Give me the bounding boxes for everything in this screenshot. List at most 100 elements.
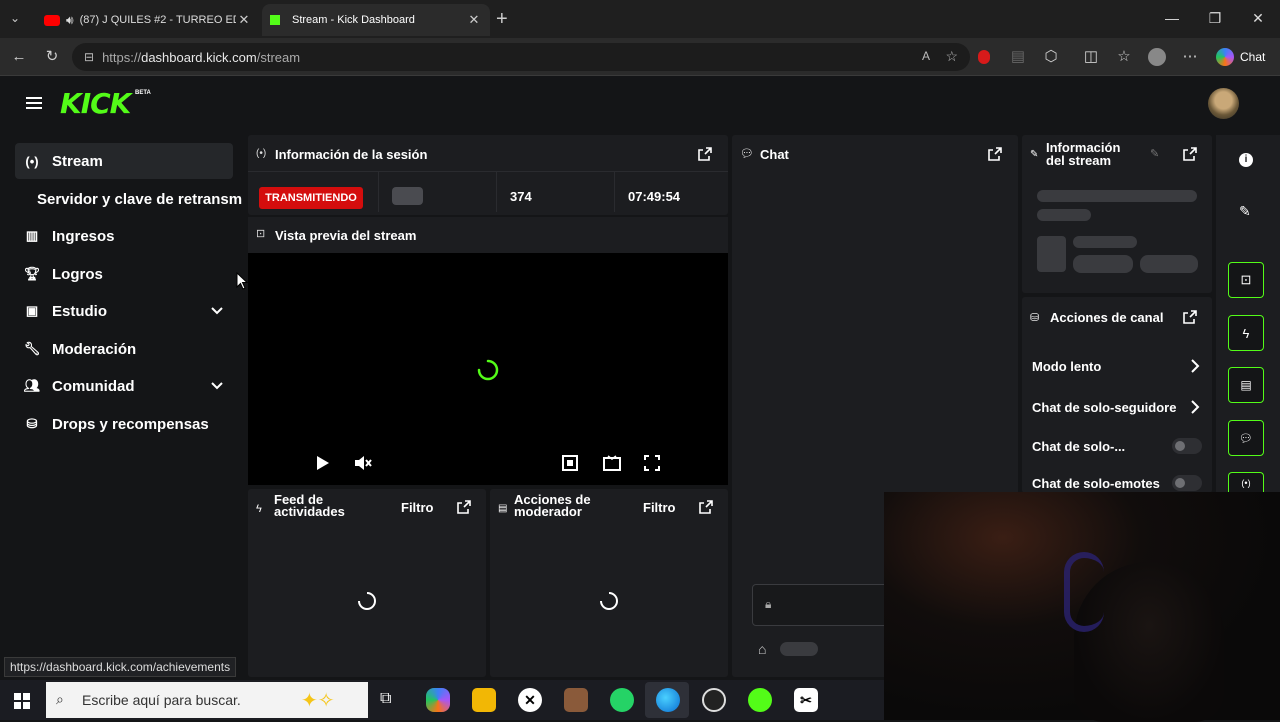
- subscribers-only-row: Chat de solo-...: [1032, 438, 1204, 454]
- play-icon[interactable]: [316, 455, 330, 471]
- tab-list-chevron-icon[interactable]: ⌄: [10, 11, 20, 25]
- broadcast-icon: (•): [1241, 477, 1251, 488]
- preview-icon: ⊡: [256, 228, 266, 240]
- read-aloud-icon[interactable]: A: [922, 49, 930, 63]
- taskbar-search-input[interactable]: ⌕ Escribe aquí para buscar. ✦✧: [46, 682, 368, 718]
- action-label: Chat de solo-...: [1032, 439, 1126, 454]
- community-icon: 👥︎: [23, 378, 41, 393]
- edit-pencil-icon[interactable]: ✎: [1150, 147, 1159, 160]
- sidebar-item-moderacion[interactable]: 🔧︎ Moderación: [15, 331, 233, 367]
- chevron-down-icon[interactable]: [209, 378, 225, 394]
- stream-info-title: Información del stream: [1046, 141, 1120, 167]
- more-menu-icon[interactable]: ⋯: [1181, 48, 1199, 66]
- mouse-cursor-icon: [236, 272, 248, 290]
- site-info-icon[interactable]: ⊟: [84, 50, 94, 64]
- fullscreen-icon[interactable]: [644, 455, 660, 471]
- sidebar-item-stream[interactable]: (•) Stream: [15, 143, 233, 179]
- back-icon[interactable]: ←: [10, 48, 28, 66]
- avatar[interactable]: [1208, 88, 1239, 119]
- profile-icon[interactable]: [1148, 48, 1166, 66]
- chevron-down-icon[interactable]: [209, 303, 225, 319]
- channel-actions-panel: ⛁ Acciones de canal Modo lento Chat de s…: [1022, 297, 1212, 493]
- file-explorer-icon[interactable]: [472, 688, 496, 712]
- sidebar-item-estudio[interactable]: ▣ Estudio: [15, 293, 233, 329]
- sidebar-item-logros[interactable]: 🏆︎ Logros: [15, 256, 233, 292]
- chevron-right-icon[interactable]: [1188, 399, 1202, 415]
- favorite-star-icon[interactable]: ☆: [945, 48, 958, 65]
- maximize-icon[interactable]: ❐: [1203, 6, 1227, 30]
- kick-logo[interactable]: KICK: [60, 87, 131, 120]
- filter-button[interactable]: Filtro: [401, 500, 434, 515]
- popout-icon[interactable]: [699, 500, 713, 514]
- extension-red-icon[interactable]: [975, 48, 993, 66]
- copilot-chat-button[interactable]: Chat: [1216, 48, 1265, 66]
- close-window-icon[interactable]: ✕: [1246, 6, 1270, 30]
- sidebar-item-ingresos[interactable]: ▥ Ingresos: [15, 218, 233, 254]
- tab-kick-dashboard[interactable]: Stream - Kick Dashboard ✕: [262, 4, 490, 36]
- popout-icon[interactable]: [988, 147, 1002, 161]
- new-tab-icon[interactable]: +: [496, 8, 508, 31]
- chevron-right-icon[interactable]: [1188, 358, 1202, 374]
- speaker-icon[interactable]: 🔊︎: [66, 13, 74, 28]
- popout-icon[interactable]: [698, 147, 712, 161]
- mini-player-icon[interactable]: [562, 455, 578, 471]
- store-icon[interactable]: ⌂: [758, 641, 766, 657]
- quick-action-lightning-button[interactable]: ϟ: [1228, 315, 1264, 351]
- drops-icon: ⛁: [26, 416, 38, 431]
- windows-start-icon[interactable]: [14, 693, 30, 709]
- sidebar-item-comunidad[interactable]: 👥︎ Comunidad: [15, 368, 233, 404]
- xbox-icon[interactable]: ✕: [518, 688, 542, 712]
- obs-icon[interactable]: [702, 688, 726, 712]
- capcut-icon[interactable]: ✂: [794, 688, 818, 712]
- quick-action-notes-button[interactable]: ▤: [1228, 367, 1264, 403]
- chat-input[interactable]: 🔒︎: [752, 584, 902, 626]
- emotes-only-toggle[interactable]: [1172, 475, 1202, 491]
- extension-disabled-icon[interactable]: ▤: [1009, 48, 1027, 66]
- loading-placeholder: [1037, 209, 1091, 221]
- title-line: actividades: [274, 504, 345, 519]
- loading-placeholder: [1037, 190, 1197, 202]
- kick-favicon-icon: [270, 15, 280, 25]
- followers-only-row[interactable]: Chat de solo-seguidore: [1032, 399, 1204, 415]
- popout-icon[interactable]: [1183, 310, 1197, 324]
- session-info-title: Información de la sesión: [275, 147, 428, 162]
- task-view-icon[interactable]: ⧉: [380, 690, 391, 708]
- youtube-icon: [44, 14, 60, 26]
- url-path: /stream: [256, 49, 301, 65]
- url-field[interactable]: ⊟ https://dashboard.kick.com/stream A ☆: [72, 43, 970, 71]
- tab-youtube[interactable]: 🔊︎ (87) J QUILES #2 - TURREO ED ✕: [36, 4, 260, 36]
- split-screen-icon[interactable]: ◫: [1082, 48, 1100, 66]
- sidebar-item-drops[interactable]: ⛁ Drops y recompensas: [15, 406, 233, 442]
- edge-icon[interactable]: [656, 688, 680, 712]
- copilot-taskbar-icon[interactable]: [426, 688, 450, 712]
- stream-preview-player[interactable]: [248, 253, 728, 485]
- kick-app-icon[interactable]: [748, 688, 772, 712]
- quick-action-preview-button[interactable]: ⊡: [1228, 262, 1264, 298]
- close-tab-icon[interactable]: ✕: [466, 12, 482, 28]
- title-line: del stream: [1046, 153, 1112, 168]
- sidebar-item-server-key[interactable]: Servidor y clave de retransm: [37, 181, 247, 217]
- muted-icon[interactable]: [354, 455, 372, 471]
- hamburger-menu-icon[interactable]: [26, 97, 42, 109]
- quick-action-broadcast-button[interactable]: (•): [1228, 472, 1264, 492]
- popout-icon[interactable]: [1183, 147, 1197, 161]
- minimize-icon[interactable]: —: [1160, 6, 1184, 30]
- subscribers-only-toggle[interactable]: [1172, 438, 1202, 454]
- whatsapp-icon[interactable]: [610, 688, 634, 712]
- close-tab-icon[interactable]: ✕: [236, 12, 252, 28]
- edit-pencil-icon[interactable]: ✎: [1239, 203, 1251, 220]
- filter-button[interactable]: Filtro: [643, 500, 676, 515]
- quick-action-chat-button[interactable]: 💬︎: [1228, 420, 1264, 456]
- favorites-icon[interactable]: ☆: [1115, 48, 1133, 66]
- info-icon[interactable]: i: [1239, 153, 1253, 167]
- extensions-icon[interactable]: ⬡: [1042, 48, 1060, 66]
- game-app-icon[interactable]: [564, 688, 588, 712]
- channel-actions-title: Acciones de canal: [1050, 310, 1164, 325]
- viewer-count: 374: [510, 189, 532, 204]
- theater-mode-icon[interactable]: [603, 455, 621, 471]
- slow-mode-row[interactable]: Modo lento: [1032, 358, 1204, 374]
- popout-icon[interactable]: [457, 500, 471, 514]
- channel-icon: ⛁: [1030, 312, 1040, 324]
- reload-icon[interactable]: ↻: [43, 48, 61, 66]
- browser-tab-bar: ⌄ 🔊︎ (87) J QUILES #2 - TURREO ED ✕ Stre…: [0, 0, 1280, 38]
